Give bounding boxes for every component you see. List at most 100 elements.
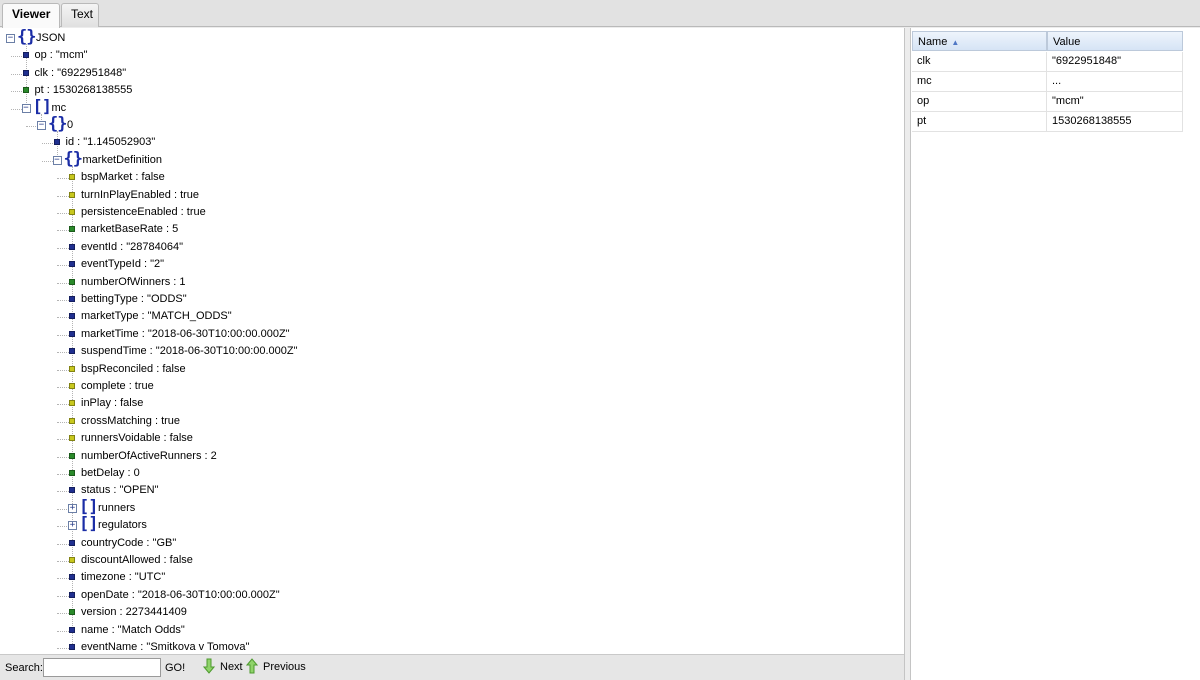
expand-icon[interactable]: + <box>68 521 77 531</box>
tree-node[interactable]: eventName : "Smitkova v Tomova" <box>0 639 900 654</box>
tree-node[interactable]: suspendTime : "2018-06-30T10:00:00.000Z" <box>0 343 900 360</box>
tree-branch-line <box>57 282 69 284</box>
tree-node[interactable]: −{} JSON <box>0 29 900 47</box>
tree-node[interactable]: bspReconciled : false <box>0 361 900 378</box>
tree-node[interactable]: turnInPlayEnabled : true <box>0 187 900 204</box>
tree-node[interactable]: countryCode : "GB" <box>0 535 900 552</box>
string-value-icon <box>53 139 60 146</box>
search-label: Search: <box>5 662 43 674</box>
tree-node[interactable]: pt : 1530268138555 <box>0 82 900 99</box>
go-button[interactable]: GO! <box>165 662 185 674</box>
grid-header: Name ▲ Value <box>912 31 1183 51</box>
tree-node[interactable]: −{} marketDefinition <box>0 150 900 169</box>
number-value-icon <box>69 226 75 233</box>
tree-node[interactable]: +[] regulators <box>0 516 900 534</box>
tree-node[interactable]: op : "mcm" <box>0 47 900 64</box>
collapse-icon[interactable]: − <box>21 103 31 113</box>
tree-node[interactable]: numberOfWinners : 1 <box>0 274 900 291</box>
tree-branch-line <box>41 143 53 145</box>
tree-node[interactable]: complete : true <box>0 378 900 395</box>
grid-cell-name: mc <box>912 72 1047 92</box>
grid-row[interactable]: pt 1530268138555 <box>912 112 1183 132</box>
tree-node[interactable]: eventId : "28784064" <box>0 239 900 256</box>
tree-branch-line <box>57 387 69 388</box>
tree-node-label: complete : true <box>81 380 154 392</box>
boolean-value-icon <box>69 435 75 442</box>
tree-node-label: numberOfWinners : 1 <box>81 275 186 288</box>
tree-branch-line <box>10 91 22 93</box>
tree-node[interactable]: inPlay : false <box>0 395 900 412</box>
grid-row[interactable]: op "mcm" <box>912 92 1183 112</box>
tree-branch-line <box>57 247 69 249</box>
tree-node-label: eventTypeId : "2" <box>81 258 165 271</box>
tree-branch-line <box>57 526 69 528</box>
json-tree-panel: −{} JSON op : "mcm" clk : "6922951848" pt : … <box>0 28 905 680</box>
tree-node[interactable]: bettingType : "ODDS" <box>0 291 900 308</box>
tree-node[interactable]: status : "OPEN" <box>0 482 900 499</box>
tree-node-label: bspMarket : false <box>81 171 165 184</box>
grid-row[interactable]: clk "6922951848" <box>912 52 1183 72</box>
boolean-value-icon <box>69 191 75 198</box>
string-value-icon <box>69 591 75 598</box>
tree-branch-line <box>41 160 53 162</box>
tree-node[interactable]: bspMarket : false <box>0 169 900 186</box>
tree-branch-line <box>57 265 69 267</box>
tree-branch-line <box>57 456 69 458</box>
tree-branch-line <box>57 474 69 475</box>
tree-node[interactable]: eventTypeId : "2" <box>0 256 900 273</box>
tree-node[interactable]: discountAllowed : false <box>0 552 900 569</box>
tree-node[interactable]: +[] runners <box>0 498 900 517</box>
tree-node-label: timezone : "UTC" <box>81 571 166 584</box>
string-value-icon <box>69 626 75 633</box>
next-button[interactable]: Next <box>203 658 243 677</box>
next-label: Next <box>220 661 243 673</box>
grid-cell-value: "mcm" <box>1047 92 1183 112</box>
grid-cell-name: op <box>912 92 1047 112</box>
string-value-icon <box>69 243 75 250</box>
tree-node[interactable]: persistenceEnabled : true <box>0 204 900 221</box>
search-input[interactable] <box>43 658 161 677</box>
tree-branch-line <box>57 630 69 632</box>
tree-node[interactable]: marketBaseRate : 5 <box>0 221 900 238</box>
tab-viewer[interactable]: Viewer <box>2 3 60 28</box>
collapse-icon[interactable]: − <box>37 121 46 130</box>
grid-cell-name: pt <box>912 112 1047 132</box>
tree-node-label: op : "mcm" <box>34 49 88 62</box>
previous-label: Previous <box>263 661 306 673</box>
grid-row[interactable]: mc ... <box>912 72 1183 92</box>
tree-node-label: discountAllowed : false <box>81 554 193 566</box>
tab-text[interactable]: Text <box>61 3 99 27</box>
tree-node[interactable]: −{} 0 <box>0 114 900 134</box>
tree-node[interactable]: id : "1.145052903" <box>0 134 900 151</box>
tree-branch-line <box>57 543 69 545</box>
tree-node[interactable]: version : 2273441409 <box>0 604 900 621</box>
column-header-name[interactable]: Name ▲ <box>912 31 1047 51</box>
tree-node[interactable]: clk : "6922951848" <box>0 65 900 82</box>
object-braces-icon: {} <box>48 114 68 134</box>
tree-node[interactable]: betDelay : 0 <box>0 465 900 482</box>
boolean-value-icon <box>69 365 75 372</box>
tree-branch-line <box>57 213 69 214</box>
tree-branch-line <box>57 195 69 197</box>
tree-node-label: openDate : "2018-06-30T10:00:00.000Z" <box>81 588 280 601</box>
expand-icon[interactable]: + <box>68 503 77 513</box>
tree-branch-line <box>10 73 22 75</box>
tree-branch-line <box>57 648 69 649</box>
tree-node[interactable]: numberOfActiveRunners : 2 <box>0 448 900 465</box>
tree-node[interactable]: marketTime : "2018-06-30T10:00:00.000Z" <box>0 326 900 343</box>
tree-branch-line <box>57 595 69 597</box>
tree-node[interactable]: runnersVoidable : false <box>0 430 900 447</box>
tree-node[interactable]: timezone : "UTC" <box>0 569 900 586</box>
previous-button[interactable]: Previous <box>246 658 306 677</box>
tree-node[interactable]: −[] mc <box>0 98 900 117</box>
tree-branch-line <box>57 508 69 510</box>
search-bar: Search: GO! Next Previous <box>0 654 904 680</box>
collapse-icon[interactable]: − <box>6 34 15 43</box>
tree-node[interactable]: name : "Match Odds" <box>0 622 900 639</box>
tree-node[interactable]: openDate : "2018-06-30T10:00:00.000Z" <box>0 587 900 604</box>
column-header-value[interactable]: Value <box>1047 31 1183 51</box>
sort-ascending-icon: ▲ <box>951 38 960 47</box>
tree-node[interactable]: marketType : "MATCH_ODDS" <box>0 308 900 325</box>
tree-node[interactable]: crossMatching : true <box>0 413 900 430</box>
collapse-icon[interactable]: − <box>52 155 62 165</box>
